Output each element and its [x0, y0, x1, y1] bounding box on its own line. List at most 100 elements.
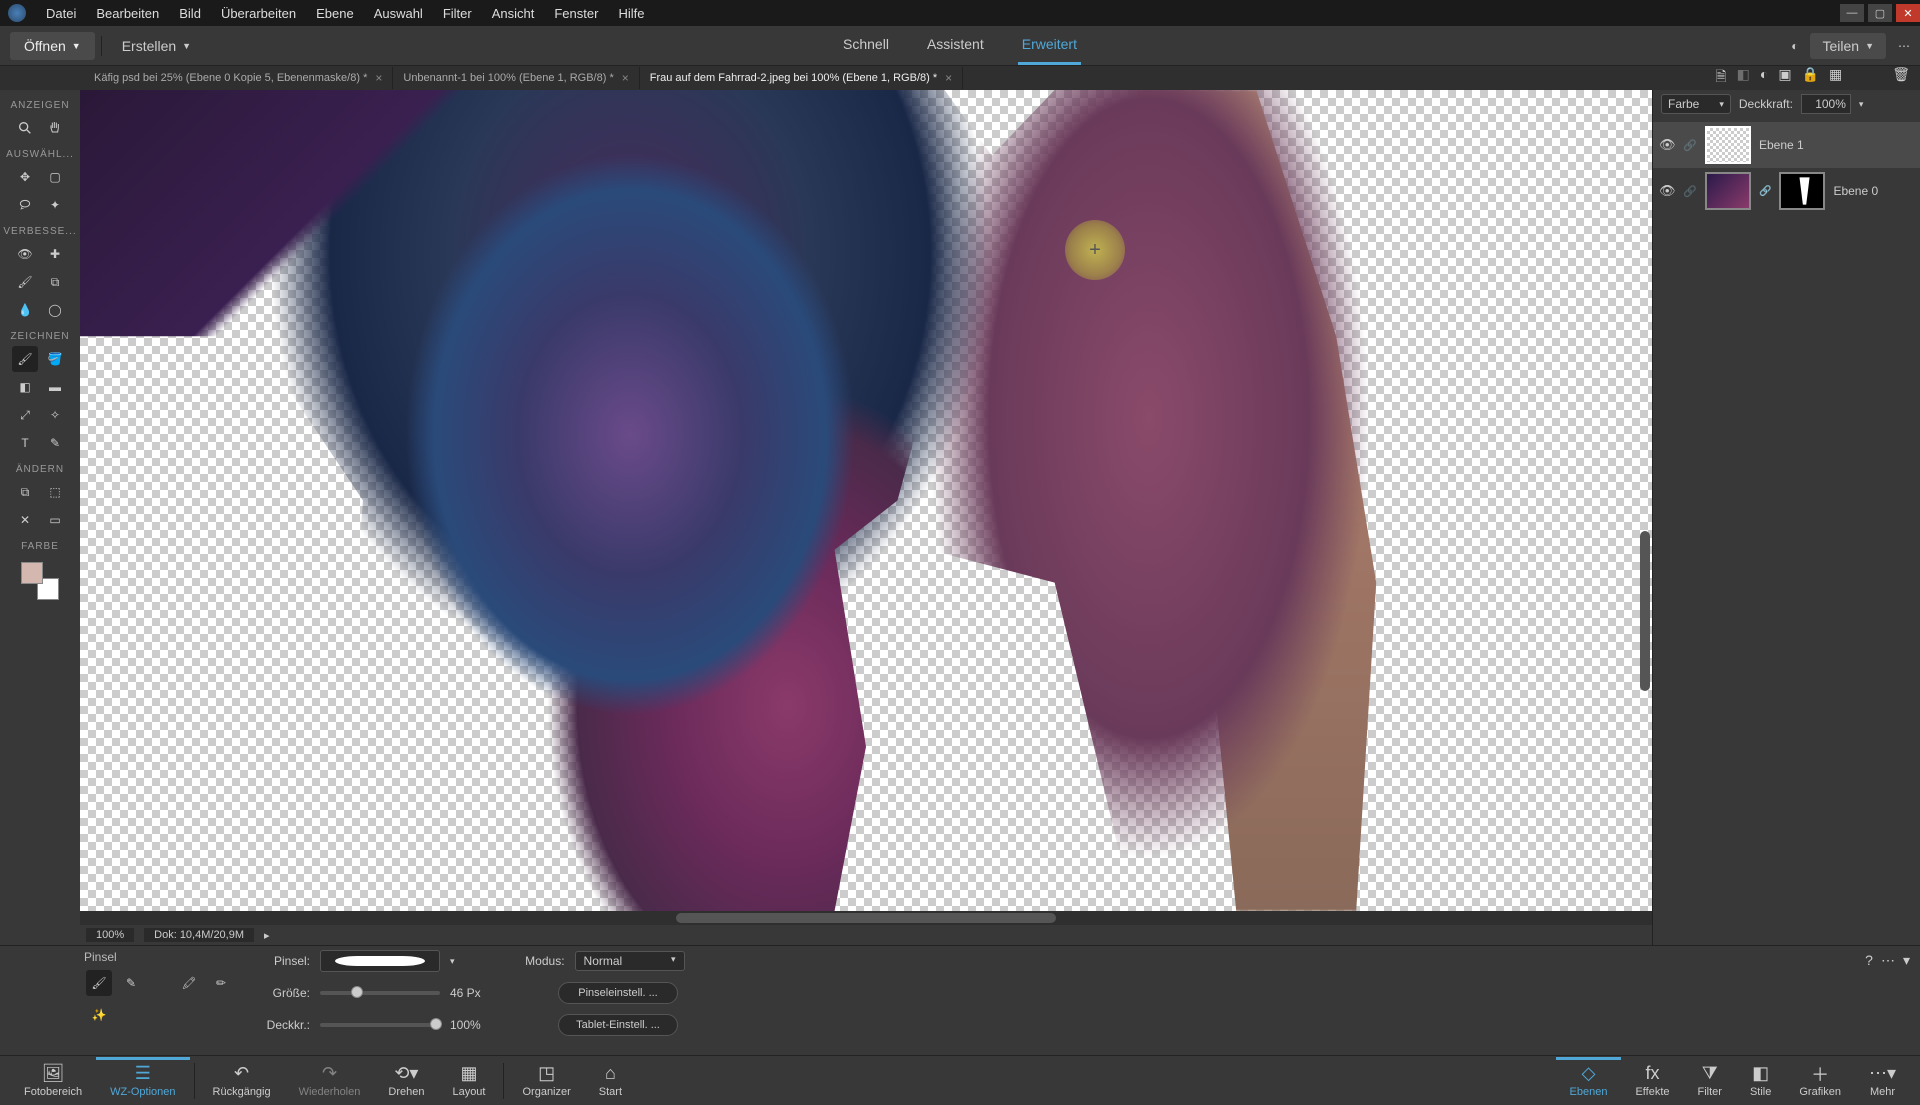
- horizontal-scrollbar[interactable]: [80, 911, 1652, 925]
- gradient-tool[interactable]: ▬: [42, 374, 68, 400]
- window-minimize[interactable]: —: [1840, 4, 1864, 22]
- menu-file[interactable]: Datei: [36, 6, 86, 21]
- menu-help[interactable]: Hilfe: [608, 6, 654, 21]
- new-fill-icon[interactable]: ◐: [1760, 66, 1768, 90]
- new-doc-icon[interactable]: 🗎: [1715, 66, 1726, 90]
- eye-tool[interactable]: 👁: [12, 241, 38, 267]
- more-tab[interactable]: ⋯▾ Mehr: [1855, 1060, 1910, 1102]
- fx-icon[interactable]: ▦: [1829, 66, 1842, 90]
- doc-tab-2[interactable]: Unbenannt-1 bei 100% (Ebene 1, RGB/8) * …: [393, 67, 639, 89]
- mask-icon[interactable]: ▣: [1778, 66, 1791, 90]
- chevron-down-icon[interactable]: ▾: [1859, 99, 1864, 110]
- crop-tool[interactable]: ⧉: [12, 479, 38, 505]
- menu-select[interactable]: Auswahl: [364, 6, 433, 21]
- chevron-right-icon[interactable]: ▸: [264, 929, 270, 942]
- menu-image[interactable]: Bild: [169, 6, 211, 21]
- foreground-color[interactable]: [21, 562, 43, 584]
- layout-button[interactable]: ▦ Layout: [438, 1060, 499, 1102]
- sponge-tool[interactable]: ◯: [42, 297, 68, 323]
- straighten-tool[interactable]: ▭: [42, 507, 68, 533]
- visibility-icon[interactable]: 👁: [1659, 137, 1675, 153]
- marquee-tool[interactable]: ▢: [42, 164, 68, 190]
- filters-tab[interactable]: ⧩ Filter: [1684, 1060, 1736, 1102]
- styles-tab[interactable]: ◧ Stile: [1736, 1060, 1785, 1102]
- move-tool[interactable]: ✥: [12, 164, 38, 190]
- layer-thumbnail[interactable]: [1705, 126, 1751, 164]
- effects-tab[interactable]: fx Effekte: [1621, 1060, 1683, 1102]
- zoom-tool[interactable]: [12, 115, 38, 141]
- smart-brush-tool[interactable]: 🖌: [12, 269, 38, 295]
- mode-guided[interactable]: Assistent: [923, 26, 988, 65]
- organizer-button[interactable]: ◳ Organizer: [508, 1060, 584, 1102]
- close-icon[interactable]: ×: [375, 71, 382, 85]
- window-close[interactable]: ✕: [1896, 4, 1920, 22]
- tablet-settings-button[interactable]: Tablet-Einstell. ...: [558, 1014, 678, 1036]
- window-maximize[interactable]: ▢: [1868, 4, 1892, 22]
- layer-row[interactable]: 👁 🔗 🔗 Ebene 0: [1653, 168, 1920, 214]
- heal-tool[interactable]: ✚: [42, 241, 68, 267]
- redo-button[interactable]: ↷ Wiederholen: [285, 1060, 375, 1102]
- doc-size[interactable]: Dok: 10,4M/20,9M: [144, 928, 254, 942]
- help-icon[interactable]: ?: [1865, 952, 1873, 969]
- menu-view[interactable]: Ansicht: [482, 6, 545, 21]
- collapse-icon[interactable]: ▾: [1903, 952, 1910, 969]
- eraser-tool[interactable]: ◧: [12, 374, 38, 400]
- blend-mode-select[interactable]: Farbe▾: [1661, 94, 1731, 114]
- close-icon[interactable]: ×: [622, 71, 629, 85]
- shape-tool[interactable]: ✧: [42, 402, 68, 428]
- tool-options-button[interactable]: ☰ WZ-Optionen: [96, 1057, 189, 1102]
- open-button[interactable]: Öffnen▼: [10, 32, 95, 60]
- graphics-tab[interactable]: ＋ Grafiken: [1785, 1060, 1855, 1102]
- brush-variant-airbrush[interactable]: ✨: [86, 1002, 112, 1028]
- canvas[interactable]: [80, 90, 1652, 911]
- doc-tab-1[interactable]: Käfig psd bei 25% (Ebene 0 Kopie 5, Eben…: [84, 67, 393, 89]
- brush-preset-select[interactable]: [320, 950, 440, 972]
- trash-icon[interactable]: 🗑: [1892, 66, 1910, 90]
- menu-layer[interactable]: Ebene: [306, 6, 364, 21]
- vertical-scrollbar[interactable]: [1640, 180, 1652, 911]
- pencil-tool[interactable]: ✎: [42, 430, 68, 456]
- mask-link-icon[interactable]: 🔗: [1759, 186, 1771, 197]
- move-content-tool[interactable]: ✕: [12, 507, 38, 533]
- link-icon[interactable]: 🔗: [1683, 185, 1697, 198]
- layer-thumbnail[interactable]: [1705, 172, 1751, 210]
- brush-variant-color-replace[interactable]: 🖍: [176, 970, 202, 996]
- photobin-button[interactable]: 🖼 Fotobereich: [10, 1060, 96, 1102]
- layer-row[interactable]: 👁 🔗 Ebene 1: [1653, 122, 1920, 168]
- eyedropper-tool[interactable]: ⤢: [12, 402, 38, 428]
- undo-button[interactable]: ↶ Rückgängig: [199, 1060, 285, 1102]
- menu-enhance[interactable]: Überarbeiten: [211, 6, 306, 21]
- brush-tool[interactable]: 🖌: [12, 346, 38, 372]
- doc-tab-3[interactable]: Frau auf dem Fahrrad-2.jpeg bei 100% (Eb…: [640, 67, 963, 89]
- link-icon[interactable]: 🔗: [1683, 139, 1697, 152]
- rotate-button[interactable]: ⟲▾ Drehen: [374, 1060, 438, 1102]
- wand-tool[interactable]: ✦: [42, 192, 68, 218]
- layer-mask-thumbnail[interactable]: [1779, 172, 1825, 210]
- lasso-tool[interactable]: [12, 192, 38, 218]
- more-icon[interactable]: ⋯: [1898, 39, 1910, 53]
- bucket-tool[interactable]: 🪣: [42, 346, 68, 372]
- clone-tool[interactable]: ⧉: [42, 269, 68, 295]
- create-button[interactable]: Erstellen▼: [122, 38, 191, 54]
- mode-expert[interactable]: Erweitert: [1018, 26, 1081, 65]
- menu-filter[interactable]: Filter: [433, 6, 482, 21]
- color-swatch[interactable]: [21, 562, 59, 600]
- chevron-down-icon[interactable]: ▾: [450, 956, 455, 967]
- mode-quick[interactable]: Schnell: [839, 26, 893, 65]
- blur-tool[interactable]: 💧: [12, 297, 38, 323]
- close-icon[interactable]: ×: [945, 71, 952, 85]
- hand-tool[interactable]: [42, 115, 68, 141]
- contrast-icon[interactable]: ◐: [1791, 39, 1798, 53]
- brush-variant-impression[interactable]: ✎: [118, 970, 144, 996]
- scrollbar-thumb[interactable]: [1640, 531, 1650, 691]
- scrollbar-thumb[interactable]: [676, 913, 1056, 923]
- share-button[interactable]: Teilen▼: [1810, 33, 1886, 59]
- visibility-icon[interactable]: 👁: [1659, 183, 1675, 199]
- brush-variant-pencil[interactable]: ✏: [208, 970, 234, 996]
- brush-settings-button[interactable]: Pinseleinstell. ...: [558, 982, 678, 1004]
- text-tool[interactable]: T: [12, 430, 38, 456]
- menu-window[interactable]: Fenster: [544, 6, 608, 21]
- blend-mode-select[interactable]: Normal▾: [575, 951, 685, 971]
- home-button[interactable]: ⌂ Start: [585, 1060, 636, 1102]
- opacity-input[interactable]: 100%: [1801, 94, 1851, 114]
